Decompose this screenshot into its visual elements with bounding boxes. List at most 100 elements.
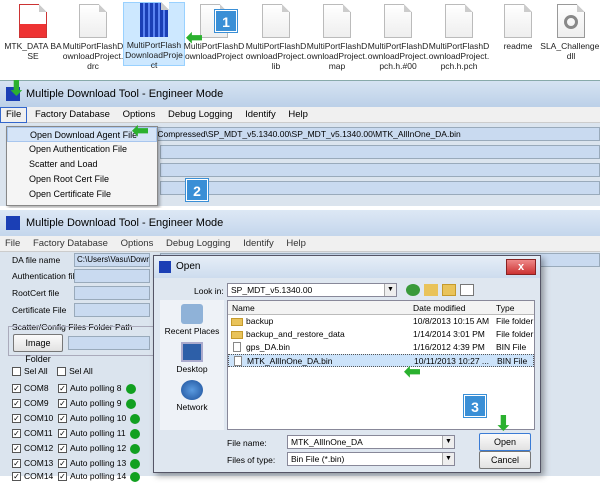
file-pch-00[interactable]: MultiPortFlashDownloadProject.pch.h.#00	[367, 4, 429, 71]
da-path-field[interactable]: \Compressed\SP_MDT_v5.1340.00\SP_MDT_v5.…	[152, 127, 600, 141]
menu-identify[interactable]: Identify	[240, 107, 281, 123]
up-folder-icon[interactable]	[424, 284, 438, 296]
cert-field[interactable]	[160, 181, 600, 195]
file-sla-dll[interactable]: SLA_Challenge.dll	[540, 4, 600, 61]
menu-identify[interactable]: Identify	[238, 236, 279, 252]
back-icon[interactable]	[406, 284, 420, 296]
places-bar: Recent Places Desktop Network	[160, 300, 224, 430]
menu-item-open-certificate[interactable]: Open Certificate File	[7, 187, 157, 202]
menu-item-scatter-and-load[interactable]: Scatter and Load	[7, 157, 157, 172]
auto-polling-checkbox[interactable]: ✓	[58, 459, 67, 469]
port-checkbox[interactable]: ✓	[12, 399, 21, 409]
file-mtk-database[interactable]: MTK_DATA BASE	[2, 4, 64, 61]
files-of-type-select[interactable]: Bin File (*.bin) ▼	[287, 452, 455, 466]
close-button[interactable]: x	[506, 259, 536, 275]
menu-factory-database[interactable]: Factory Database	[28, 236, 113, 252]
port-row: ✓ COM10 ✓ Auto polling 10	[12, 412, 141, 425]
column-type[interactable]: Type	[496, 301, 514, 315]
port-checkbox[interactable]: ✓	[12, 459, 21, 469]
place-desktop[interactable]: Desktop	[160, 342, 224, 374]
menu-file[interactable]: File	[0, 236, 25, 252]
step-badge-1: 1	[215, 10, 237, 32]
auto-polling-checkbox[interactable]: ✓	[58, 429, 67, 439]
green-arrow-icon: ⬅	[186, 27, 203, 49]
place-network[interactable]: Network	[160, 380, 224, 412]
file-icon	[233, 342, 241, 352]
sel-all-checkbox-2[interactable]	[57, 367, 67, 377]
new-folder-icon[interactable]	[442, 284, 456, 296]
dialog-titlebar: Open x	[154, 256, 540, 278]
file-name-input[interactable]: MTK_AllInOne_DA ▼	[287, 435, 455, 449]
rootcert-field[interactable]	[160, 163, 600, 177]
files-of-type-label: Files of type:	[227, 455, 276, 465]
port-checkbox[interactable]: ✓	[12, 472, 21, 482]
list-item-selected[interactable]: MTK_AllInOne_DA.bin 10/11/2013 10:27 ...…	[228, 354, 534, 367]
pdf-file-icon	[19, 4, 47, 38]
menu-factory-database[interactable]: Factory Database	[30, 107, 115, 123]
authentication-field[interactable]	[74, 269, 150, 283]
image-folder-button[interactable]: Image Folder	[13, 334, 63, 364]
network-globe-icon	[181, 380, 203, 400]
document-icon	[262, 4, 290, 38]
recent-places-icon	[181, 304, 203, 324]
menu-file[interactable]: File	[0, 107, 28, 123]
window-title: Multiple Download Tool - Engineer Mode	[26, 217, 224, 229]
look-in-label: Look in:	[194, 286, 224, 296]
auto-polling-checkbox[interactable]: ✓	[58, 414, 67, 424]
desktop-icon	[181, 342, 203, 362]
certificate-field[interactable]	[74, 303, 150, 317]
port-row: ✓ COM9 ✓ Auto polling 9	[12, 397, 136, 410]
list-header: Name Date modified Type	[228, 301, 534, 315]
column-name[interactable]: Name	[232, 301, 255, 315]
folder-icon	[231, 331, 243, 339]
menu-item-open-root-cert[interactable]: Open Root Cert File	[7, 172, 157, 187]
rootcert-label: RootCert file	[12, 288, 60, 298]
menu-help[interactable]: Help	[281, 236, 311, 252]
chevron-down-icon: ▼	[442, 436, 454, 448]
file-map[interactable]: MultiPortFlashDownloadProject.map	[306, 4, 368, 71]
auto-polling-checkbox[interactable]: ✓	[58, 444, 67, 454]
image-folder-field[interactable]	[68, 336, 150, 350]
file-multiport-exe[interactable]: MultiPortFlashDownloadProject	[123, 2, 185, 70]
list-item[interactable]: backup 10/8/2013 10:15 AM File folder	[228, 315, 534, 328]
column-date[interactable]: Date modified	[413, 301, 465, 315]
port-checkbox[interactable]: ✓	[12, 414, 21, 424]
menu-help[interactable]: Help	[283, 107, 313, 123]
menu-options[interactable]: Options	[116, 236, 159, 252]
view-menu-icon[interactable]	[460, 284, 474, 296]
auth-field[interactable]	[160, 145, 600, 159]
file-drc[interactable]: MultiPortFlashDownloadProject.drc	[62, 4, 124, 71]
place-recent[interactable]: Recent Places	[160, 304, 224, 336]
document-icon	[79, 4, 107, 38]
menu-debug-logging[interactable]: Debug Logging	[163, 107, 237, 123]
menu-item-open-authentication[interactable]: Open Authentication File	[7, 142, 157, 157]
list-item[interactable]: backup_and_restore_data 1/14/2014 3:01 P…	[228, 328, 534, 341]
status-indicator	[129, 428, 140, 439]
look-in-dropdown[interactable]: SP_MDT_v5.1340.00 ▼	[227, 283, 397, 297]
explorer-file-list: MTK_DATA BASE MultiPortFlashDownloadProj…	[0, 0, 600, 80]
auto-polling-checkbox[interactable]: ✓	[58, 384, 67, 394]
file-pch[interactable]: MultiPortFlashDownloadProject.pch.h.pch	[428, 4, 490, 71]
port-row: ✓ COM14 ✓ Auto polling 14	[12, 470, 141, 483]
file-lib[interactable]: MultiPortFlashDownloadProject.lib	[245, 4, 307, 71]
mdt-window-file-menu: Multiple Download Tool - Engineer Mode F…	[0, 78, 600, 206]
green-arrow-down-icon: ⬇	[8, 78, 25, 100]
da-file-field[interactable]: C:\Users\Vasu\Downloa	[74, 253, 150, 267]
rootcert-field[interactable]	[74, 286, 150, 300]
auto-polling-checkbox[interactable]: ✓	[58, 472, 67, 482]
sel-all-checkbox-1[interactable]	[12, 367, 21, 377]
cancel-button[interactable]: Cancel	[479, 451, 531, 469]
list-item[interactable]: gps_DA.bin 1/16/2012 4:39 PM BIN File	[228, 341, 534, 354]
port-checkbox[interactable]: ✓	[12, 444, 21, 454]
status-indicator	[125, 398, 136, 409]
menu-debug-logging[interactable]: Debug Logging	[161, 236, 235, 252]
green-arrow-down-icon: ⬇	[495, 413, 512, 435]
port-checkbox[interactable]: ✓	[12, 384, 21, 394]
document-icon	[323, 4, 351, 38]
app-icon	[6, 216, 20, 230]
auto-polling-checkbox[interactable]: ✓	[58, 399, 67, 409]
open-button[interactable]: Open	[479, 433, 531, 451]
port-checkbox[interactable]: ✓	[12, 429, 21, 439]
port-row: ✓ COM13 ✓ Auto polling 13	[12, 457, 141, 470]
chevron-down-icon: ▼	[442, 453, 454, 465]
